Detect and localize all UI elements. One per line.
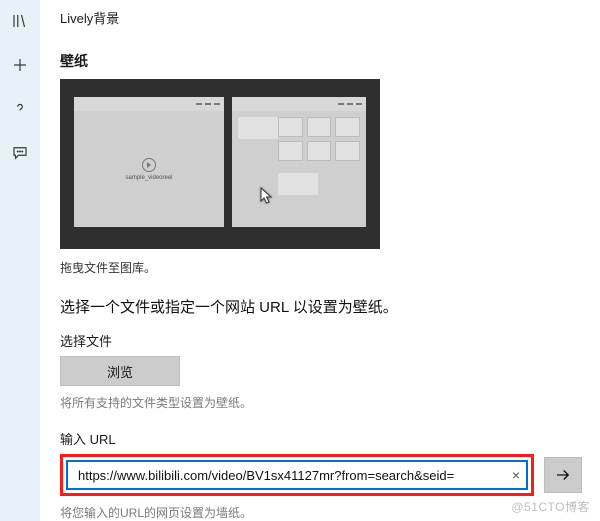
- drag-hint: 拖曳文件至图库。: [60, 259, 582, 276]
- arrow-right-icon: [554, 466, 572, 484]
- main-instruction: 选择一个文件或指定一个网站 URL 以设置为壁纸。: [60, 296, 582, 317]
- url-subhint: 将您输入的URL的网页设置为墙纸。: [60, 504, 582, 521]
- preview-window-right: [232, 97, 366, 227]
- watermark-text: @51CTO博客: [511, 498, 590, 515]
- clear-input-icon[interactable]: ×: [512, 468, 520, 482]
- cursor-icon: [260, 187, 274, 210]
- wallpaper-section-label: 壁纸: [60, 51, 582, 71]
- browse-button-label: 浏览: [107, 362, 133, 381]
- feedback-icon: [11, 144, 29, 162]
- choose-file-label: 选择文件: [60, 331, 582, 350]
- submit-url-button[interactable]: [544, 457, 582, 493]
- url-label: 输入 URL: [60, 429, 582, 448]
- help-icon: [11, 100, 29, 118]
- wallpaper-preview[interactable]: sample_videoreel: [60, 79, 380, 249]
- add-icon: [11, 56, 29, 74]
- library-icon: [11, 12, 29, 30]
- main-content: Lively背景 壁纸 sample_videoreel: [40, 0, 600, 521]
- url-input[interactable]: [66, 460, 528, 490]
- sidebar-library[interactable]: [0, 6, 40, 36]
- page-title: Lively背景: [60, 8, 582, 27]
- preview-caption: sample_videoreel: [125, 175, 172, 181]
- sidebar-help[interactable]: [0, 94, 40, 124]
- file-subhint: 将所有支持的文件类型设置为壁纸。: [60, 394, 582, 411]
- browse-button[interactable]: 浏览: [60, 356, 180, 386]
- url-highlight: ×: [60, 454, 534, 496]
- sidebar: [0, 0, 40, 521]
- preview-window-left: sample_videoreel: [74, 97, 224, 227]
- sidebar-add[interactable]: [0, 50, 40, 80]
- sidebar-feedback[interactable]: [0, 138, 40, 168]
